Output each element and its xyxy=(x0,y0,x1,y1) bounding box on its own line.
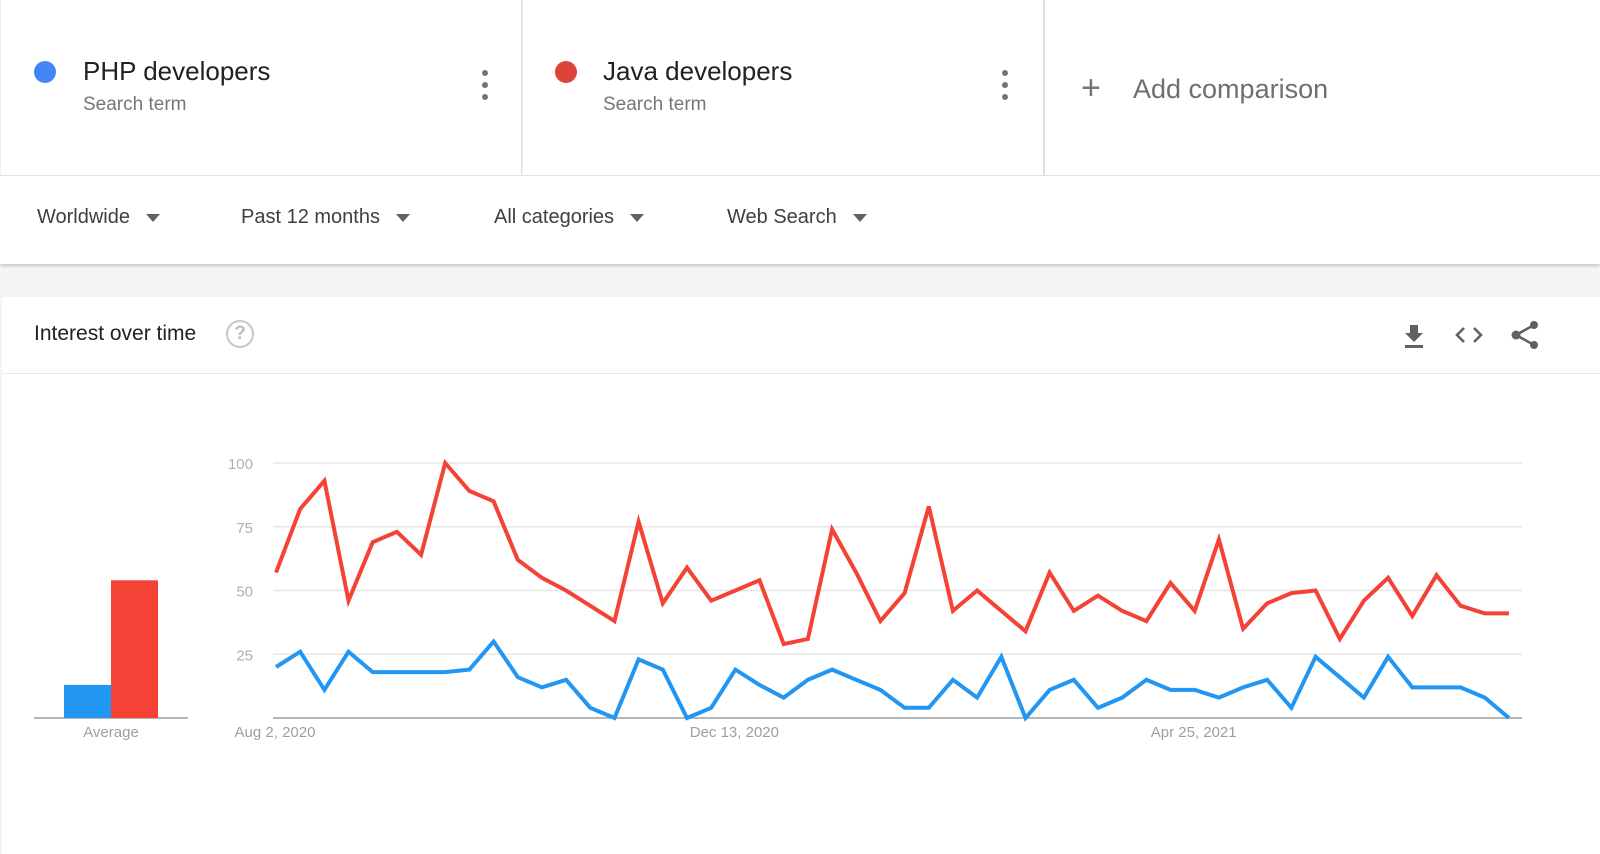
term-card-java[interactable]: Java developers Search term xyxy=(522,0,1044,176)
term-name: PHP developers xyxy=(83,56,271,86)
term-name: Java developers xyxy=(603,56,793,86)
php-color-dot-icon xyxy=(34,61,56,83)
add-comparison-label: Add comparison xyxy=(1133,74,1329,104)
x-tick-label: Apr 25, 2021 xyxy=(1151,724,1237,741)
filter-label: Worldwide xyxy=(37,206,130,228)
comparison-header: PHP developers Search term Java develope… xyxy=(0,0,1600,176)
more-options-icon[interactable] xyxy=(995,70,1015,100)
filter-label: Past 12 months xyxy=(241,206,380,228)
term-subtitle: Search term xyxy=(83,94,187,115)
filter-bar: Worldwide Past 12 months All categories … xyxy=(0,176,1600,264)
y-tick-label: 25 xyxy=(236,647,253,664)
filter-label: Web Search xyxy=(727,206,837,228)
y-tick-label: 75 xyxy=(236,520,253,537)
y-tick-label: 50 xyxy=(236,584,253,601)
filter-search-type-dropdown[interactable]: Web Search xyxy=(727,206,867,229)
java-color-dot-icon xyxy=(555,61,577,83)
interest-chart: 25 50 75 100 Aug 2, 2020 Dec 13, 2020 Apr 25, … xyxy=(34,456,1522,741)
interest-over-time-panel: Interest over time ? 25 50 75 100 Aug 2, 202… xyxy=(2,297,1600,854)
y-tick-label: 100 xyxy=(228,456,253,473)
series-line-php xyxy=(274,638,1511,722)
average-bar-php xyxy=(64,684,111,718)
filter-category-dropdown[interactable]: All categories xyxy=(494,206,645,229)
more-options-icon[interactable] xyxy=(475,70,495,100)
x-tick-label: Dec 13, 2020 xyxy=(690,724,779,741)
filter-location-dropdown[interactable]: Worldwide xyxy=(37,206,160,229)
term-subtitle: Search term xyxy=(603,94,707,115)
add-comparison-button[interactable]: + Add comparison xyxy=(1044,0,1600,176)
term-card-php[interactable]: PHP developers Search term xyxy=(0,0,522,176)
average-bar-java xyxy=(111,580,158,718)
caret-down-icon xyxy=(630,213,645,222)
average-label: Average xyxy=(83,724,139,741)
plus-icon: + xyxy=(1081,69,1101,107)
x-tick-label: Aug 2, 2020 xyxy=(235,724,316,741)
caret-down-icon xyxy=(852,213,867,222)
caret-down-icon xyxy=(395,213,410,222)
caret-down-icon xyxy=(146,213,160,222)
series-line-java xyxy=(274,458,1509,647)
filter-time-range-dropdown[interactable]: Past 12 months xyxy=(241,206,410,229)
filter-label: All categories xyxy=(494,206,615,228)
